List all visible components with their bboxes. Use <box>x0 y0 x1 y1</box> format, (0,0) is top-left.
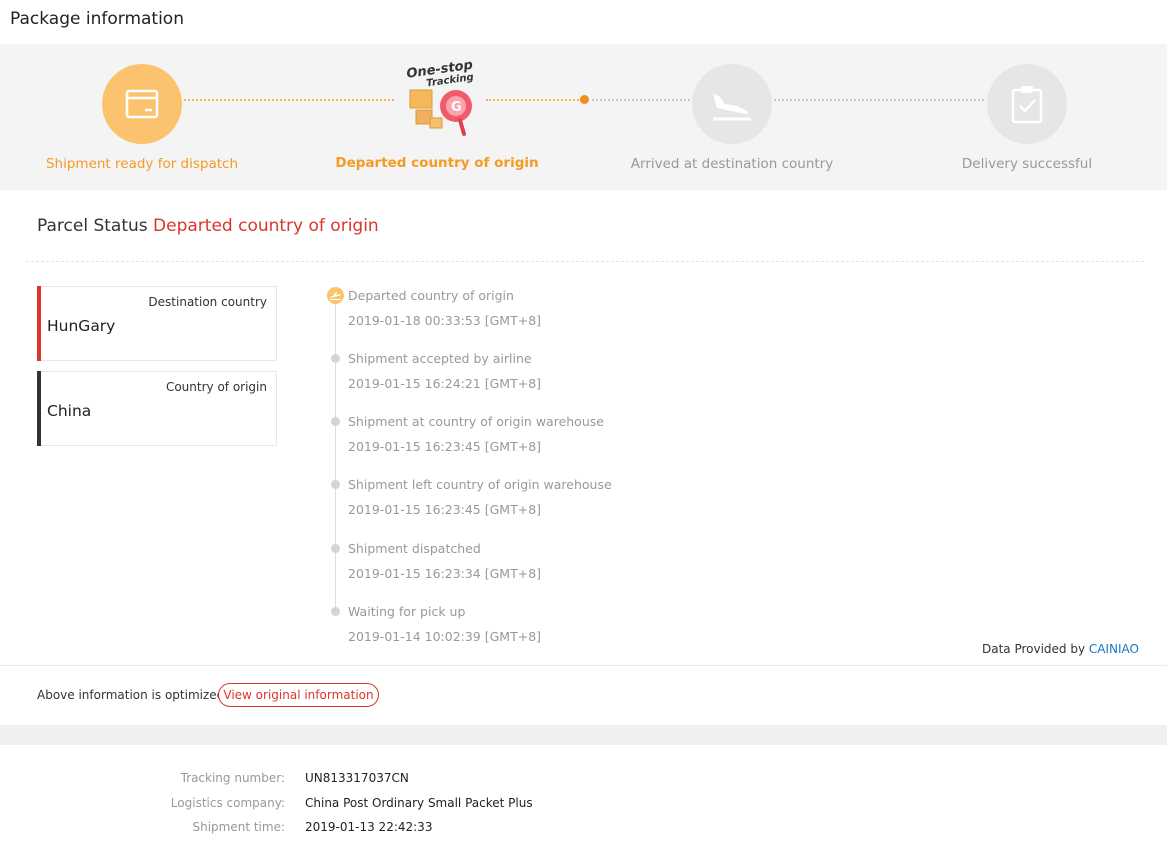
timeline-dot <box>331 480 340 489</box>
logistics-company-label: Logistics company: <box>170 796 285 810</box>
step-label-arrived: Arrived at destination country <box>630 156 834 172</box>
airplane-departure-icon <box>327 287 344 304</box>
origin-country-name: China <box>47 402 92 420</box>
progress-connector-3 <box>592 99 690 101</box>
parcel-status-label: Parcel Status <box>37 216 148 236</box>
timeline-item-time: 2019-01-15 16:23:34 [GMT+8] <box>348 566 542 581</box>
logistics-company-row: Logistics company: China Post Ordinary S… <box>0 796 700 814</box>
destination-country-name: HunGary <box>47 317 116 335</box>
cainiao-link[interactable]: CAINIAO <box>1089 642 1139 656</box>
origin-country-label: Country of origin <box>165 380 267 394</box>
timeline-item-title: Departed country of origin <box>348 288 514 303</box>
timeline-item-time: 2019-01-14 10:02:39 [GMT+8] <box>348 629 542 644</box>
progress-connector-4 <box>774 99 984 101</box>
timeline-item-title: Waiting for pick up <box>348 604 466 619</box>
origin-country-card: Country of origin China <box>37 371 277 446</box>
timeline-line <box>335 302 336 615</box>
section-spacer <box>0 725 1167 745</box>
destination-country-label: Destination country <box>148 295 267 309</box>
page-header: Package information <box>0 0 1167 44</box>
shipment-time-label: Shipment time: <box>192 820 285 834</box>
timeline-item-time: 2019-01-15 16:23:45 [GMT+8] <box>348 502 542 517</box>
timeline-item-title: Shipment accepted by airline <box>348 351 532 366</box>
view-original-button[interactable]: View original information <box>218 683 379 707</box>
one-stop-tracking-icon: One-stop Tracking G <box>404 54 480 140</box>
step-label-ready: Shipment ready for dispatch <box>45 156 239 172</box>
step-label-departed: Departed country of origin <box>335 155 539 171</box>
logistics-company-value: China Post Ordinary Small Packet Plus <box>305 796 533 810</box>
svg-text:G: G <box>451 100 462 115</box>
parcel-status: Parcel Status Departed country of origin <box>37 216 379 236</box>
optimized-notice: Above information is optimized <box>37 688 225 702</box>
data-provider-prefix: Data Provided by <box>981 642 1086 656</box>
page-title: Package information <box>10 9 184 29</box>
step-label-delivered: Delivery successful <box>961 156 1093 172</box>
timeline-item-title: Shipment left country of origin warehous… <box>348 477 612 492</box>
timeline-dot <box>331 607 340 616</box>
shipment-time-value: 2019-01-13 22:42:33 <box>305 820 433 834</box>
progress-current-node <box>580 95 589 104</box>
timeline-item-title: Shipment at country of origin warehouse <box>348 414 604 429</box>
shipment-time-row: Shipment time: 2019-01-13 22:42:33 <box>0 820 700 838</box>
section-divider <box>26 261 1144 262</box>
progress-connector-2 <box>486 99 582 101</box>
timeline-dot <box>331 354 340 363</box>
destination-country-card: Destination country HunGary <box>37 286 277 361</box>
parcel-status-value: Departed country of origin <box>153 216 379 236</box>
tracking-number-value: UN813317037CN <box>305 771 409 785</box>
timeline-item-time: 2019-01-15 16:24:21 [GMT+8] <box>348 376 542 391</box>
timeline-dot <box>331 544 340 553</box>
timeline-dot <box>331 417 340 426</box>
shipment-progress: Shipment ready for dispatch One-stop Tra… <box>0 44 1167 190</box>
divider <box>0 665 1167 666</box>
tracking-number-row: Tracking number: UN813317037CN <box>0 771 700 789</box>
tracking-number-label: Tracking number: <box>180 771 285 785</box>
clipboard-check-icon <box>987 64 1067 144</box>
package-icon <box>102 64 182 144</box>
data-provider: Data Provided by CAINIAO <box>982 642 1139 656</box>
timeline-item-time: 2019-01-18 00:33:53 [GMT+8] <box>348 313 542 328</box>
timeline-item-time: 2019-01-15 16:23:45 [GMT+8] <box>348 439 542 454</box>
progress-connector-1 <box>184 99 394 101</box>
timeline-item-title: Shipment dispatched <box>348 541 481 556</box>
airplane-landing-icon <box>692 64 772 144</box>
